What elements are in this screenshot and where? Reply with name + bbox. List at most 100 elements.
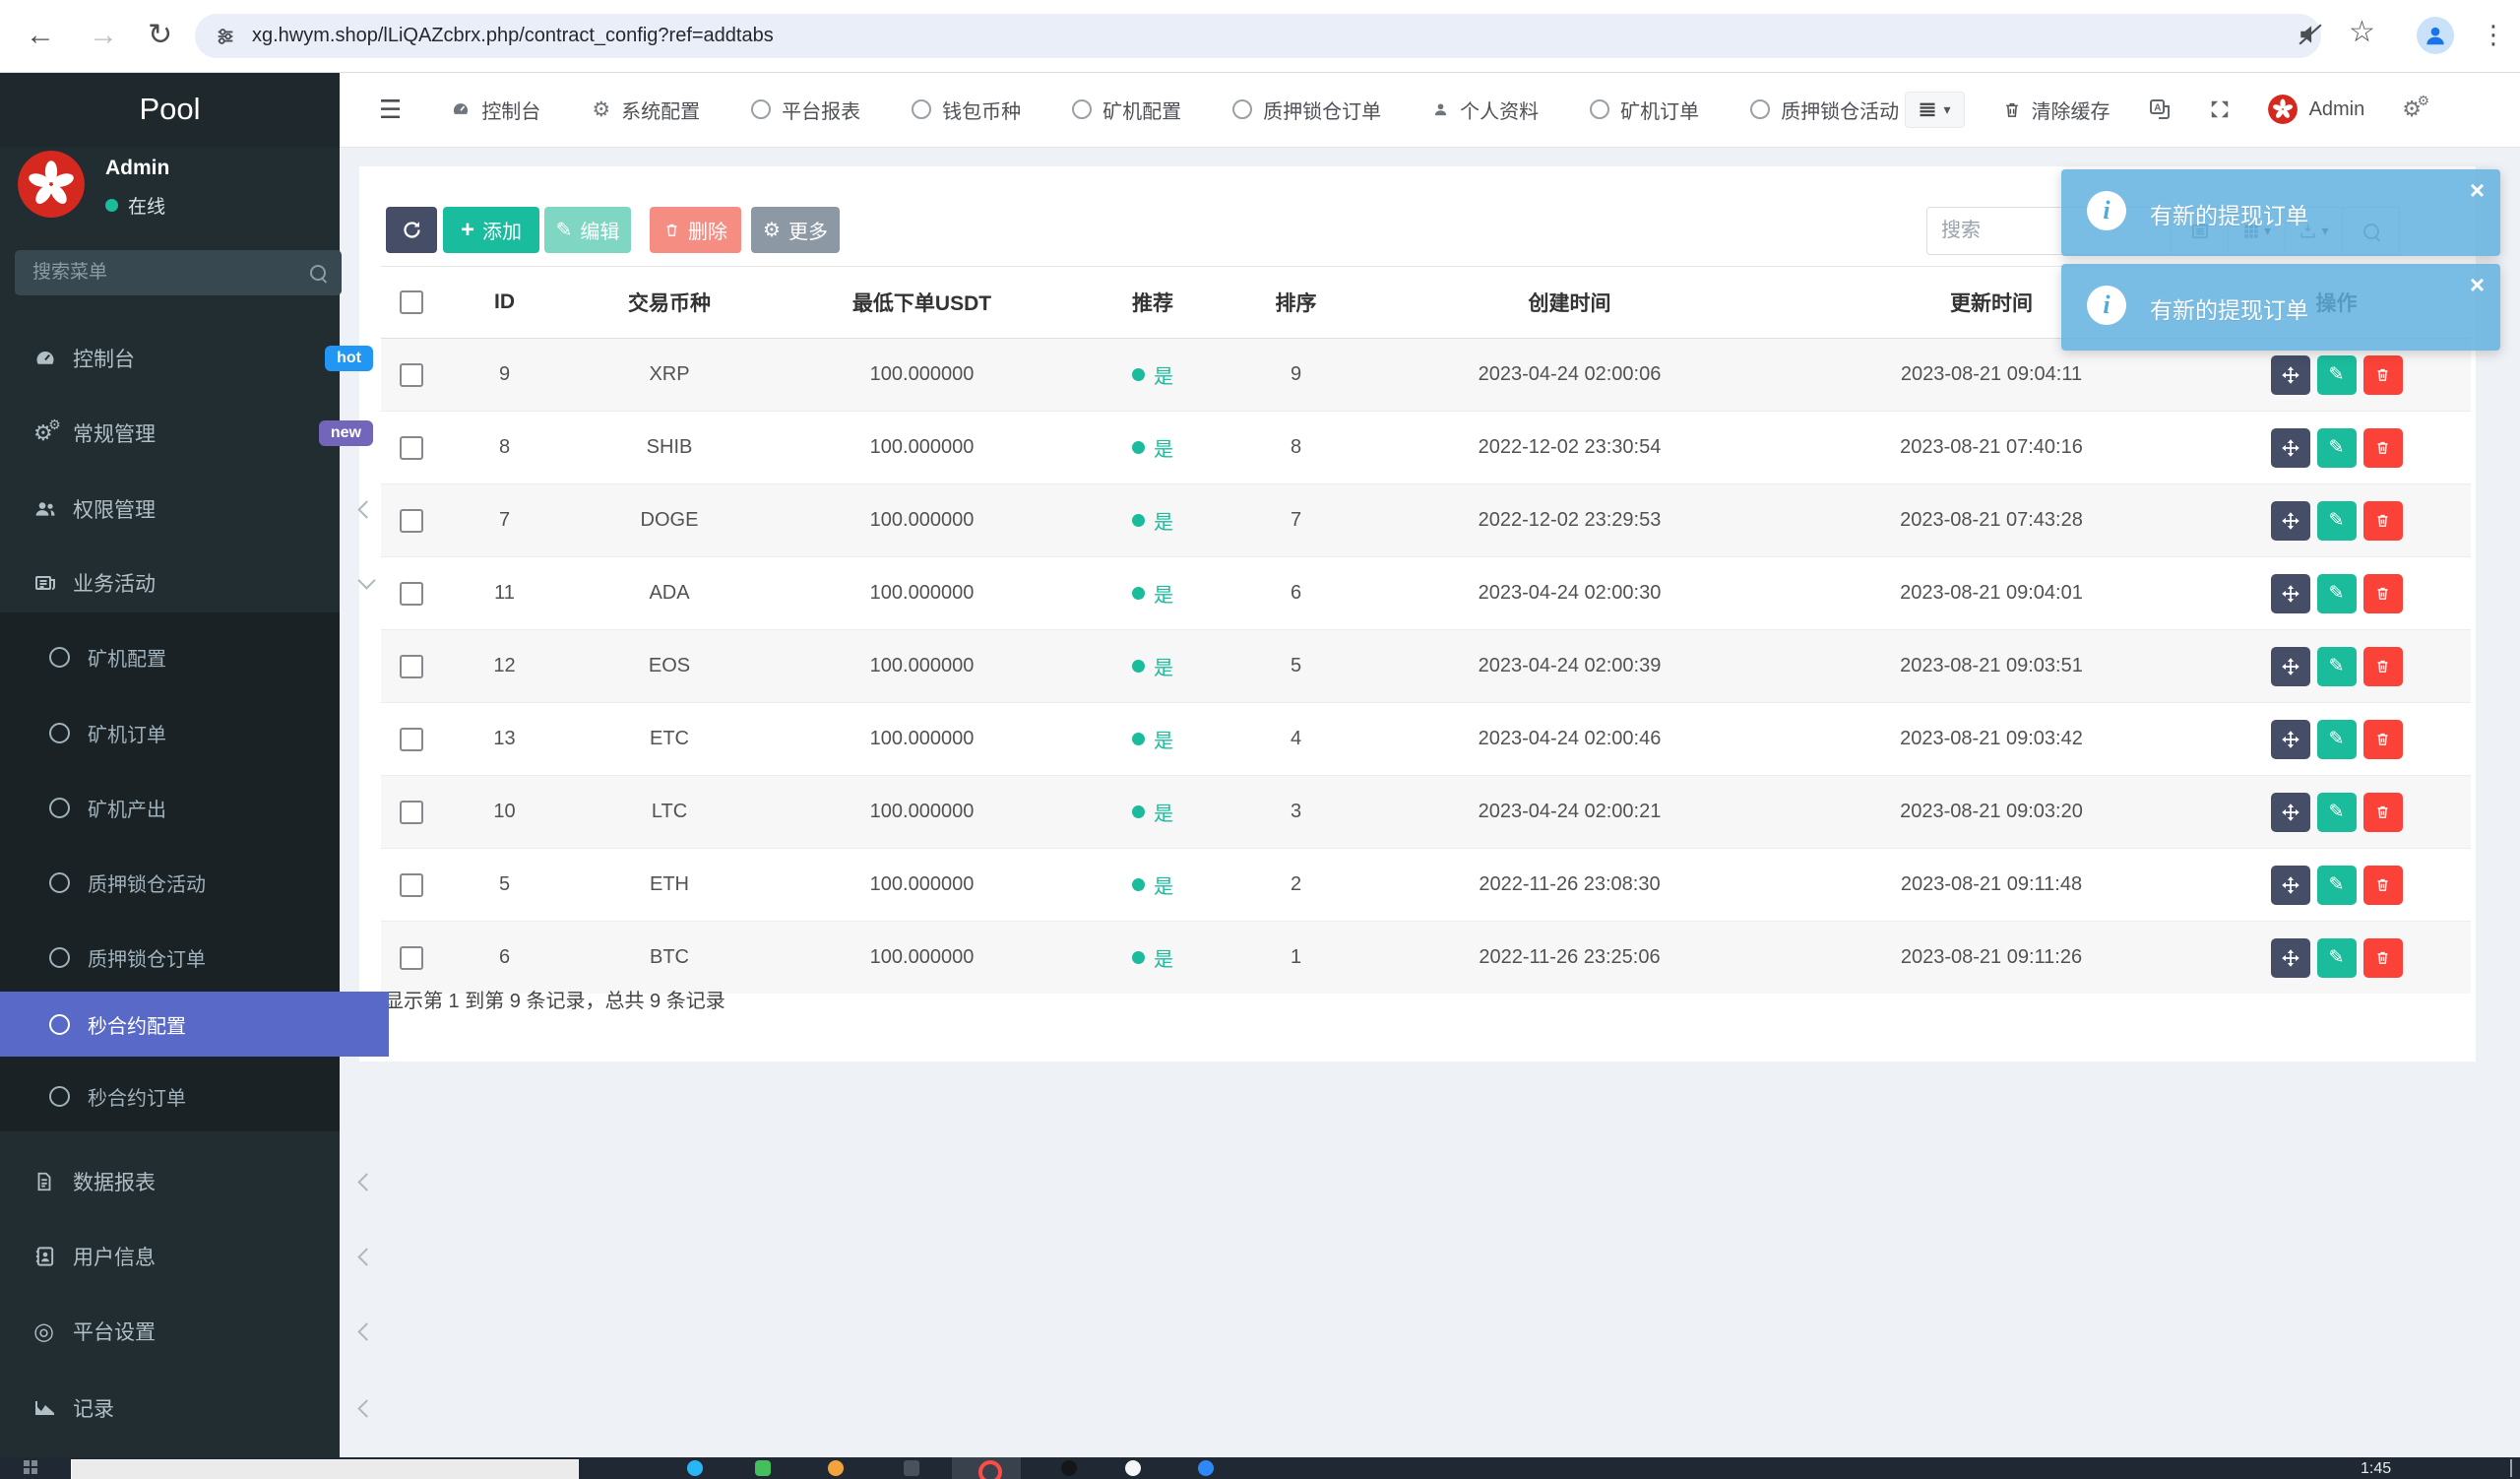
browser-profile-avatar[interactable] [2417,17,2454,54]
tab-platform-report[interactable]: 平台报表 [751,96,860,124]
more-button[interactable]: ⚙ 更多 [751,207,840,253]
refresh-button[interactable] [386,207,437,253]
edit-button[interactable]: ✎ 编辑 [544,207,631,253]
settings-gears-icon[interactable]: ⚙ ⚙ [2402,93,2429,122]
row-checkbox[interactable] [400,872,423,897]
tab-wallet-coins[interactable]: 钱包币种 [912,96,1021,124]
row-edit-button[interactable]: ✎ [2316,646,2357,686]
sidebar-item-contract-config[interactable]: 秒合约配置 [0,992,389,1057]
tab-profile[interactable]: 个人资料 [1432,96,1539,124]
search-icon[interactable] [310,265,326,281]
fullscreen-icon[interactable] [2209,98,2231,120]
sidebar-item-staking-orders[interactable]: 质押锁仓订单 [0,925,389,990]
tune-icon[interactable] [215,26,236,47]
row-move-button[interactable] [2270,792,2310,832]
row-checkbox[interactable] [400,435,423,460]
sidebar-item-platform-settings[interactable]: ◎ 平台设置 [0,1302,395,1361]
header-created-at[interactable]: 创建时间 [1358,266,1781,339]
sidebar-item-general[interactable]: ⚙ ⚙ 常规管理 new [0,404,395,463]
row-delete-button[interactable] [2362,719,2403,759]
sidebar-item-contract-orders[interactable]: 秒合约订单 [0,1063,389,1128]
row-move-button[interactable] [2270,354,2310,395]
taskbar-app-icon[interactable] [687,1460,703,1476]
row-checkbox[interactable] [400,508,423,533]
add-button[interactable]: + 添加 [443,207,539,253]
browser-menu-icon[interactable]: ⋮ [2481,20,2506,50]
bookmark-star-icon[interactable]: ☆ [2349,15,2375,49]
sidebar-item-miner-orders[interactable]: 矿机订单 [0,700,389,765]
close-icon[interactable]: × [2470,270,2485,300]
address-bar[interactable]: xg.hwym.shop/lLiQAZcbrx.php/contract_con… [195,14,2321,58]
show-desktop-divider[interactable] [2510,1459,2512,1477]
row-checkbox[interactable] [400,581,423,606]
sidebar-item-reports[interactable]: 数据报表 [0,1152,395,1211]
row-delete-button[interactable] [2362,573,2403,613]
row-delete-button[interactable] [2362,792,2403,832]
tab-miner-orders[interactable]: 矿机订单 [1590,96,1699,124]
taskbar-app-icon[interactable] [1061,1460,1077,1476]
toast-withdraw-1[interactable]: i 有新的提现订单 × [2061,169,2500,256]
taskbar-app-icon[interactable] [978,1460,1002,1479]
start-button[interactable] [24,1460,37,1474]
row-delete-button[interactable] [2362,865,2403,905]
row-edit-button[interactable]: ✎ [2316,792,2357,832]
row-move-button[interactable] [2270,865,2310,905]
header-id[interactable]: ID [442,266,567,339]
row-edit-button[interactable]: ✎ [2316,427,2357,468]
row-move-button[interactable] [2270,937,2310,978]
close-icon[interactable]: × [2470,175,2485,206]
browser-back-icon[interactable]: ← [26,18,55,53]
sidebar-item-miner-config[interactable]: 矿机配置 [0,624,389,689]
row-checkbox[interactable] [400,945,423,970]
row-delete-button[interactable] [2362,354,2403,395]
taskbar-app-icon[interactable] [904,1460,919,1476]
row-delete-button[interactable] [2362,500,2403,541]
row-edit-button[interactable]: ✎ [2316,719,2357,759]
toast-withdraw-2[interactable]: i 有新的提现订单 × [2061,264,2500,351]
row-checkbox[interactable] [400,800,423,824]
browser-refresh-icon[interactable]: ↻ [148,18,172,53]
row-checkbox[interactable] [400,654,423,678]
taskbar-app-icon[interactable] [1125,1460,1141,1476]
tab-dashboard[interactable]: 控制台 [451,96,540,124]
row-move-button[interactable] [2270,500,2310,541]
browser-forward-icon[interactable]: → [89,18,118,53]
sidebar-item-staking-activity[interactable]: 质押锁仓活动 [0,850,389,915]
sidebar-item-user-info[interactable]: 用户信息 [0,1227,395,1286]
sidebar-item-dashboard[interactable]: 控制台 hot [0,329,395,388]
sidebar-item-business[interactable]: 业务活动 [0,553,395,612]
row-move-button[interactable] [2270,427,2310,468]
hamburger-icon[interactable]: ☰ [379,95,402,125]
sidebar-item-records[interactable]: 记录 [0,1379,395,1438]
tab-system-config[interactable]: ⚙ 系统配置 [592,96,700,124]
sidebar-item-permissions[interactable]: 权限管理 [0,480,395,539]
row-delete-button[interactable] [2362,427,2403,468]
row-checkbox[interactable] [400,727,423,751]
sidebar-item-miner-output[interactable]: 矿机产出 [0,775,389,840]
translate-icon[interactable]: A [2148,97,2172,121]
taskbar-app-icon[interactable] [755,1460,771,1476]
row-edit-button[interactable]: ✎ [2316,500,2357,541]
admin-menu[interactable]: Admin [2267,95,2364,124]
row-delete-button[interactable] [2362,646,2403,686]
taskbar-app-icon[interactable] [1198,1460,1214,1476]
row-edit-button[interactable]: ✎ [2316,573,2357,613]
sidebar-search-input[interactable] [31,261,310,285]
url-text[interactable]: xg.hwym.shop/lLiQAZcbrx.php/contract_con… [252,25,774,47]
row-edit-button[interactable]: ✎ [2316,937,2357,978]
delete-button[interactable]: 删除 [650,207,741,253]
row-edit-button[interactable]: ✎ [2316,865,2357,905]
header-recommend[interactable]: 推荐 [1072,266,1233,339]
select-all-checkbox[interactable] [400,290,423,315]
clear-cache-button[interactable]: 清除缓存 [2002,96,2110,124]
row-move-button[interactable] [2270,573,2310,613]
header-min-order[interactable]: 最低下单USDT [772,266,1072,339]
taskbar-app-icon[interactable] [828,1460,844,1476]
header-coin[interactable]: 交易币种 [567,266,772,339]
tab-mute-icon[interactable] [2298,22,2323,47]
tab-list-dropdown-button[interactable]: ▾ [1904,91,1965,128]
row-delete-button[interactable] [2362,937,2403,978]
tab-staking-activity[interactable]: 质押锁仓活动 [1750,96,1899,124]
tab-staking-orders[interactable]: 质押锁仓订单 [1232,96,1381,124]
header-sort[interactable]: 排序 [1233,266,1358,339]
